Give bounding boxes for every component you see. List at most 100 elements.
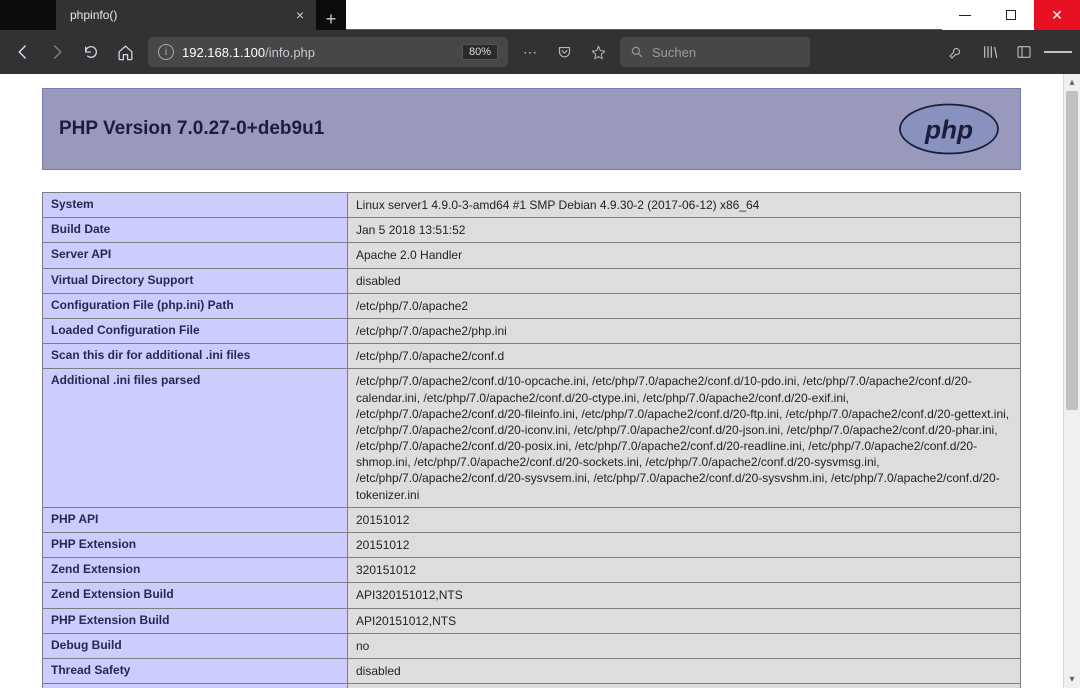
- url-host: 192.168.1.100: [182, 45, 265, 60]
- window-titlebar: phpinfo() × + ✕: [0, 0, 1080, 30]
- star-icon: [591, 45, 606, 60]
- window-controls: ✕: [942, 0, 1080, 29]
- row-key: Virtual Directory Support: [43, 268, 348, 293]
- row-value: Jan 5 2018 13:51:52: [348, 218, 1021, 243]
- row-value: disabled: [348, 268, 1021, 293]
- developer-button[interactable]: [942, 38, 970, 66]
- address-bar[interactable]: i 192.168.1.100/info.php 80%: [148, 37, 508, 67]
- forward-button[interactable]: [42, 37, 72, 67]
- browser-tab[interactable]: phpinfo() ×: [56, 0, 316, 30]
- scroll-down-button[interactable]: ▾: [1064, 671, 1080, 688]
- back-button[interactable]: [8, 37, 38, 67]
- titlebar-drag-area: [346, 0, 942, 29]
- svg-text:php: php: [924, 115, 973, 145]
- url-path: /info.php: [265, 45, 315, 60]
- page-actions-button[interactable]: ⋯: [516, 38, 544, 66]
- row-value: 320151012: [348, 558, 1021, 583]
- row-value: Apache 2.0 Handler: [348, 243, 1021, 268]
- row-value: disabled: [348, 658, 1021, 683]
- php-logo: php: [894, 101, 1004, 157]
- window-minimize-button[interactable]: [942, 0, 988, 30]
- pocket-button[interactable]: [550, 38, 578, 66]
- home-button[interactable]: [110, 37, 140, 67]
- tab-title: phpinfo(): [70, 8, 117, 22]
- zoom-level-badge[interactable]: 80%: [462, 44, 498, 60]
- row-value: 20151012: [348, 507, 1021, 532]
- close-tab-icon[interactable]: ×: [294, 7, 306, 23]
- tab-strip: phpinfo() × +: [0, 0, 346, 30]
- search-placeholder: Suchen: [652, 45, 696, 60]
- library-icon: [982, 44, 998, 60]
- reload-icon: [83, 44, 99, 60]
- page-viewport: PHP Version 7.0.27-0+deb9u1 php SystemLi…: [0, 74, 1080, 688]
- table-row: Scan this dir for additional .ini files/…: [43, 344, 1021, 369]
- row-value: /etc/php/7.0/apache2/conf.d/10-opcache.i…: [348, 369, 1021, 508]
- row-value: disabled: [348, 684, 1021, 688]
- row-key: Zend Signal Handling: [43, 684, 348, 688]
- row-value: API320151012,NTS: [348, 583, 1021, 608]
- table-row: Zend Signal Handlingdisabled: [43, 684, 1021, 688]
- row-value: /etc/php/7.0/apache2/conf.d: [348, 344, 1021, 369]
- table-row: Thread Safetydisabled: [43, 658, 1021, 683]
- vertical-scrollbar[interactable]: ▴ ▾: [1063, 74, 1080, 688]
- table-row: Zend Extension BuildAPI320151012,NTS: [43, 583, 1021, 608]
- table-row: PHP Extension BuildAPI20151012,NTS: [43, 608, 1021, 633]
- toolbar-right: [942, 38, 1072, 66]
- sidebar-icon: [1016, 44, 1032, 60]
- row-key: System: [43, 193, 348, 218]
- table-row: Loaded Configuration File/etc/php/7.0/ap…: [43, 318, 1021, 343]
- wrench-icon: [948, 44, 964, 60]
- window-close-button[interactable]: ✕: [1034, 0, 1080, 30]
- url-actions: ⋯: [516, 38, 612, 66]
- scroll-up-button[interactable]: ▴: [1064, 74, 1080, 91]
- row-value: /etc/php/7.0/apache2: [348, 293, 1021, 318]
- row-value: /etc/php/7.0/apache2/php.ini: [348, 318, 1021, 343]
- row-key: Thread Safety: [43, 658, 348, 683]
- sidebar-button[interactable]: [1010, 38, 1038, 66]
- row-key: PHP API: [43, 507, 348, 532]
- scrollbar-track[interactable]: [1064, 91, 1080, 671]
- row-key: Build Date: [43, 218, 348, 243]
- page-content: PHP Version 7.0.27-0+deb9u1 php SystemLi…: [0, 74, 1063, 688]
- table-row: Server APIApache 2.0 Handler: [43, 243, 1021, 268]
- php-version-title: PHP Version 7.0.27-0+deb9u1: [59, 118, 324, 140]
- url-text: 192.168.1.100/info.php: [182, 45, 315, 60]
- library-button[interactable]: [976, 38, 1004, 66]
- row-key: Scan this dir for additional .ini files: [43, 344, 348, 369]
- bookmark-button[interactable]: [584, 38, 612, 66]
- search-icon: [630, 45, 644, 59]
- reload-button[interactable]: [76, 37, 106, 67]
- row-key: PHP Extension Build: [43, 608, 348, 633]
- phpinfo-table: SystemLinux server1 4.9.0-3-amd64 #1 SMP…: [42, 192, 1021, 688]
- tab-strip-lead: [0, 0, 56, 30]
- table-row: PHP Extension20151012: [43, 533, 1021, 558]
- table-row: Zend Extension320151012: [43, 558, 1021, 583]
- window-maximize-button[interactable]: [988, 0, 1034, 30]
- table-row: Debug Buildno: [43, 633, 1021, 658]
- phpinfo-tbody: SystemLinux server1 4.9.0-3-amd64 #1 SMP…: [43, 193, 1021, 688]
- row-value: 20151012: [348, 533, 1021, 558]
- row-value: API20151012,NTS: [348, 608, 1021, 633]
- site-info-icon[interactable]: i: [158, 44, 174, 60]
- row-key: Zend Extension Build: [43, 583, 348, 608]
- row-key: Server API: [43, 243, 348, 268]
- scrollbar-thumb[interactable]: [1066, 91, 1078, 410]
- new-tab-button[interactable]: +: [316, 9, 346, 30]
- arrow-left-icon: [14, 43, 32, 61]
- row-key: Zend Extension: [43, 558, 348, 583]
- table-row: Additional .ini files parsed/etc/php/7.0…: [43, 369, 1021, 508]
- row-value: Linux server1 4.9.0-3-amd64 #1 SMP Debia…: [348, 193, 1021, 218]
- browser-toolbar: i 192.168.1.100/info.php 80% ⋯ Suchen: [0, 30, 1080, 74]
- search-bar[interactable]: Suchen: [620, 37, 810, 67]
- row-key: Configuration File (php.ini) Path: [43, 293, 348, 318]
- app-menu-button[interactable]: [1044, 38, 1072, 66]
- table-row: Virtual Directory Supportdisabled: [43, 268, 1021, 293]
- arrow-right-icon: [48, 43, 66, 61]
- row-key: PHP Extension: [43, 533, 348, 558]
- row-value: no: [348, 633, 1021, 658]
- table-row: Configuration File (php.ini) Path/etc/ph…: [43, 293, 1021, 318]
- row-key: Loaded Configuration File: [43, 318, 348, 343]
- row-key: Debug Build: [43, 633, 348, 658]
- row-key: Additional .ini files parsed: [43, 369, 348, 508]
- table-row: PHP API20151012: [43, 507, 1021, 532]
